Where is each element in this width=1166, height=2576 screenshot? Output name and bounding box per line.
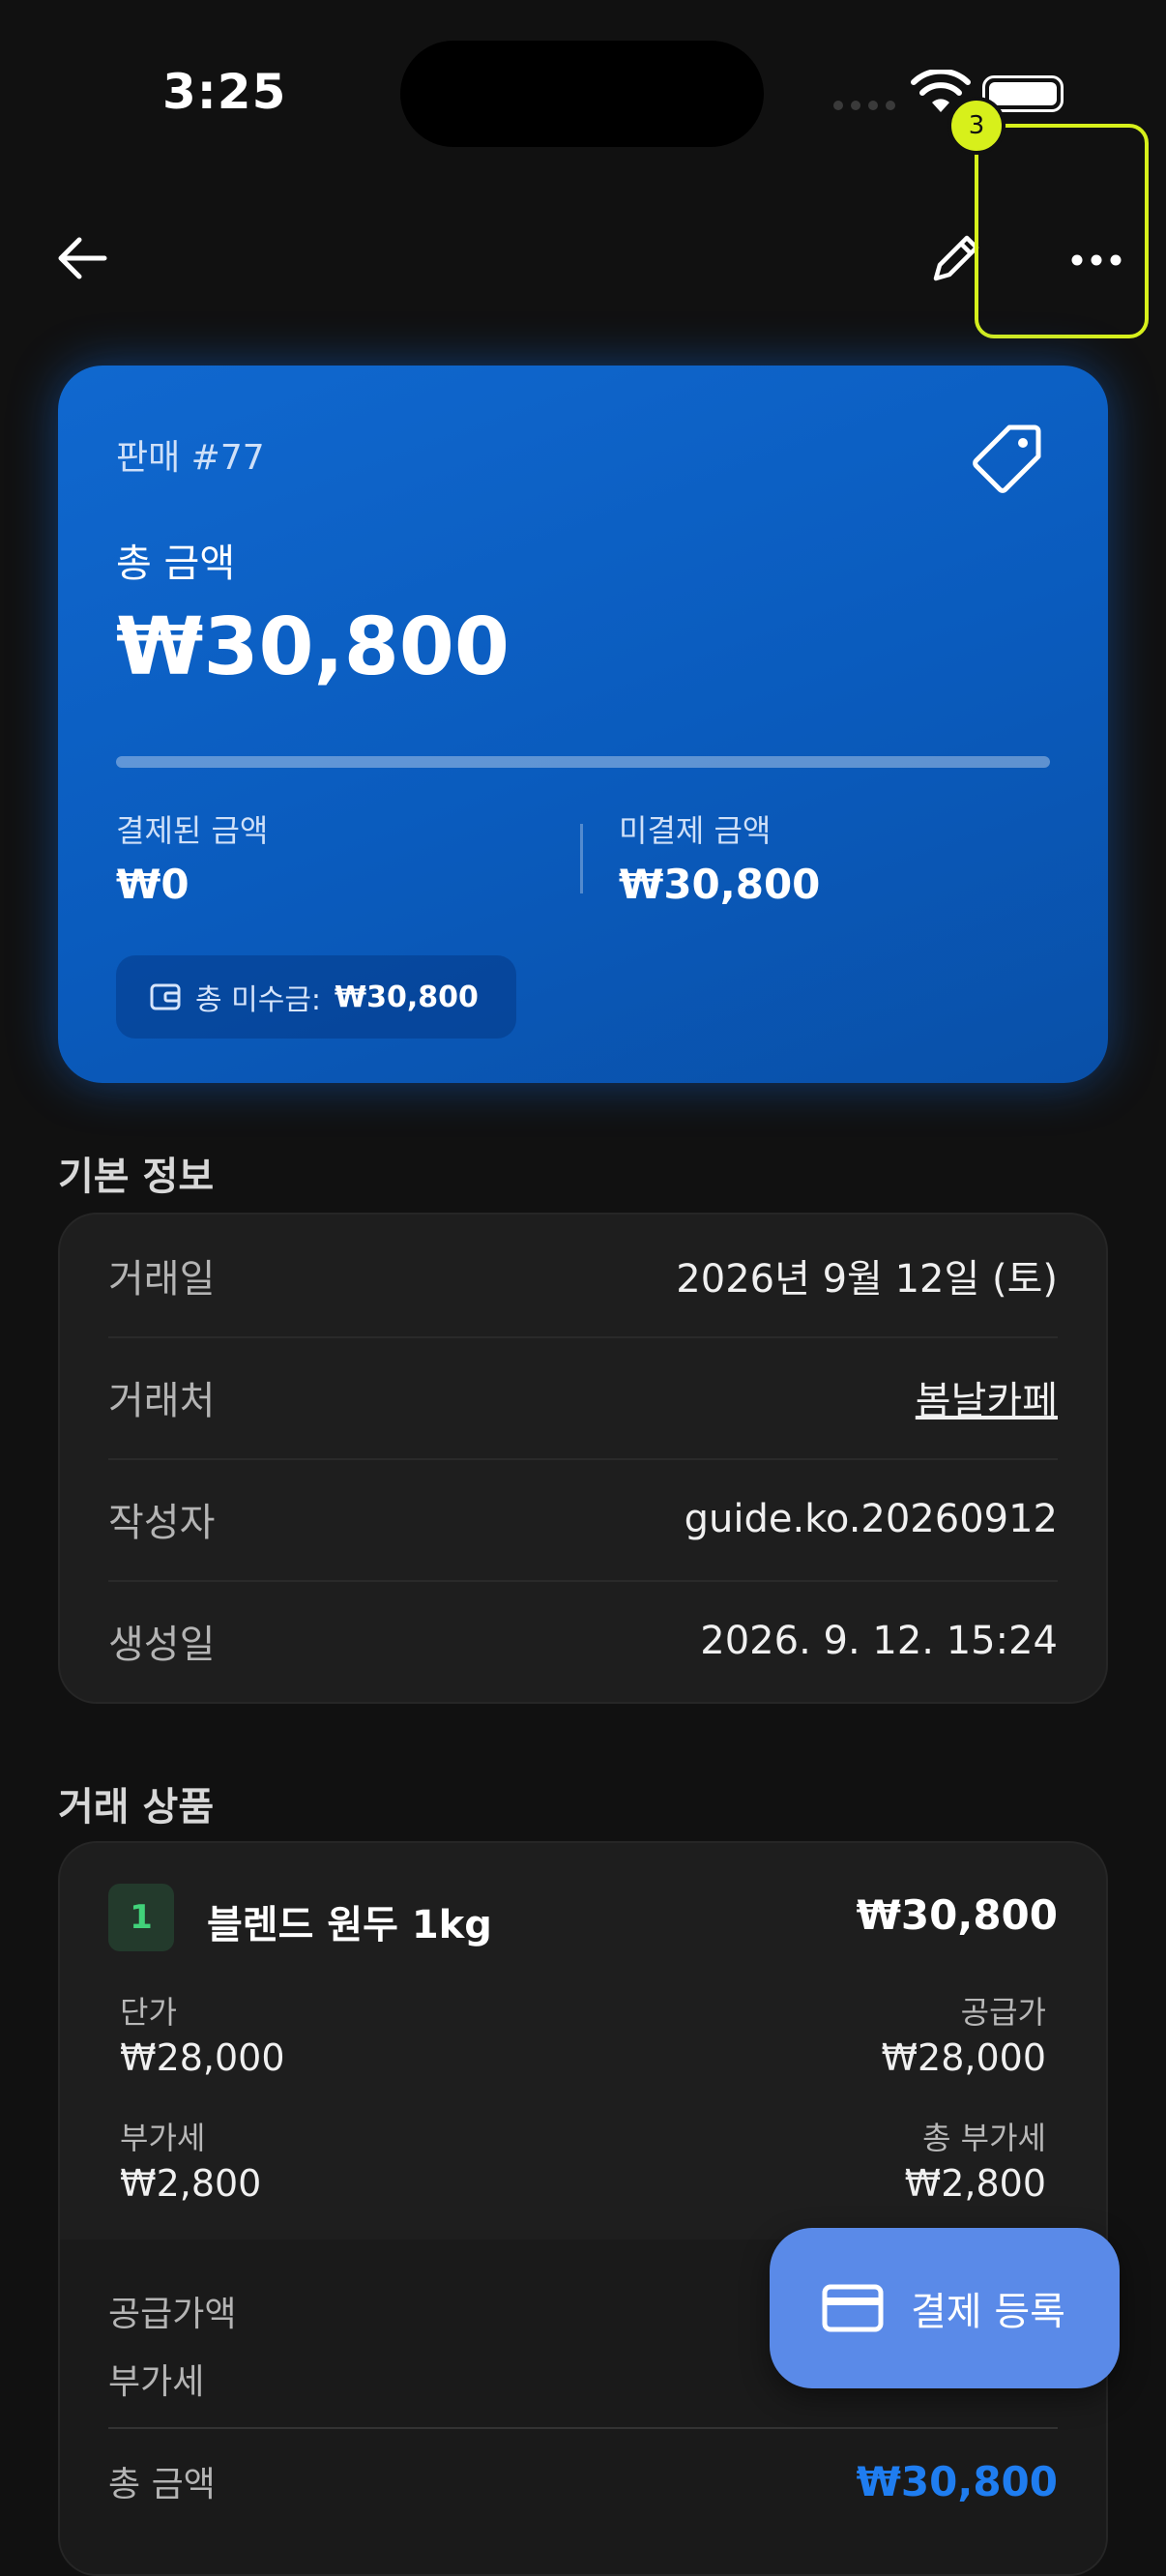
section-title-products: 거래 상품 [58, 1785, 215, 1830]
dynamic-island [400, 41, 764, 147]
partner-link[interactable]: 봄날카페 [916, 1369, 1058, 1425]
paid-value: ₩0 [116, 861, 189, 908]
item-total: ₩30,800 [856, 1891, 1058, 1939]
info-value: 2026. 9. 12. 15:24 [700, 1619, 1058, 1663]
signal-icon [833, 101, 895, 110]
total-vat-label: 총 부가세 [922, 2120, 1046, 2156]
summary-row-grand-total: 총 금액 ₩30,800 [108, 2456, 1058, 2506]
basic-info-panel: 거래일 2026년 9월 12일 (토) 거래처 봄날카페 작성자 guide.… [58, 1213, 1108, 1704]
total-label: 총 금액 [116, 542, 236, 586]
annotation-badge: 3 [947, 97, 1006, 155]
item-index-badge: 1 [108, 1884, 174, 1951]
info-label: 작성자 [108, 1501, 216, 1545]
summary-divider [108, 2427, 1058, 2429]
sale-number: 판매 #77 [116, 438, 265, 478]
unit-price-label: 단가 [120, 1994, 177, 2031]
unpaid-value: ₩30,800 [619, 861, 821, 908]
receivable-chip: 총 미수금: ₩30,800 [116, 955, 516, 1039]
tag-icon[interactable] [967, 418, 1048, 499]
info-value: 2026년 9월 12일 (토) [676, 1257, 1058, 1302]
supply-price-value: ₩28,000 [881, 2036, 1046, 2079]
summary-label: 총 금액 [108, 2465, 216, 2504]
total-amount: ₩30,800 [116, 601, 510, 693]
summary-label: 부가세 [108, 2362, 205, 2402]
total-vat-value: ₩2,800 [904, 2162, 1046, 2205]
info-row-created: 생성일 2026. 9. 12. 15:24 [108, 1580, 1058, 1702]
info-label: 거래처 [108, 1379, 216, 1423]
summary-card: 판매 #77 총 금액 ₩30,800 결제된 금액 ₩0 미결제 금액 ₩30… [58, 366, 1108, 1083]
info-row-author: 작성자 guide.ko.20260912 [108, 1458, 1058, 1582]
section-title-basic-info: 기본 정보 [58, 1155, 215, 1199]
unit-price-value: ₩28,000 [120, 2036, 285, 2079]
divider [580, 824, 583, 893]
supply-price-label: 공급가 [960, 1994, 1046, 2031]
status-time: 3:25 [162, 64, 287, 120]
info-label: 거래일 [108, 1257, 216, 1302]
grand-total-value: ₩30,800 [856, 2457, 1058, 2505]
item-name: 블렌드 원두 1kg [207, 1903, 492, 1947]
summary-label: 공급가액 [108, 2295, 237, 2334]
register-payment-label: 결제 등록 [911, 2290, 1065, 2334]
vat-value: ₩2,800 [120, 2162, 262, 2205]
info-label: 생성일 [108, 1623, 216, 1667]
paid-label: 결제된 금액 [116, 812, 269, 849]
info-row-date: 거래일 2026년 9월 12일 (토) [108, 1215, 1058, 1338]
receivable-value: ₩30,800 [335, 980, 479, 1014]
arrow-left-icon[interactable] [52, 228, 112, 288]
payment-progress-bar [116, 756, 1050, 768]
vat-label: 부가세 [120, 2120, 206, 2156]
credit-card-icon [822, 2284, 884, 2332]
register-payment-button[interactable]: 결제 등록 [770, 2228, 1120, 2388]
info-row-partner: 거래처 봄날카페 [108, 1336, 1058, 1460]
annotation-highlight-box [975, 124, 1149, 338]
wallet-icon [150, 983, 181, 1010]
unpaid-label: 미결제 금액 [619, 812, 772, 849]
info-value: guide.ko.20260912 [684, 1497, 1058, 1541]
products-panel: 1 블렌드 원두 1kg ₩30,800 단가 ₩28,000 공급가 ₩28,… [58, 1841, 1108, 2576]
receivable-label: 총 미수금: [195, 983, 322, 1017]
